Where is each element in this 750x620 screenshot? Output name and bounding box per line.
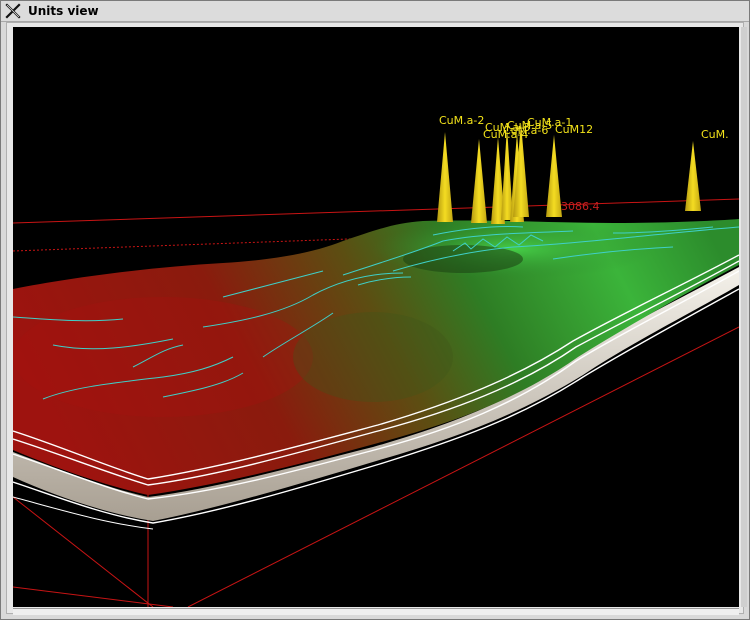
bbox-value-label: 3086.4	[561, 200, 600, 213]
olive-zone-shading	[293, 312, 453, 402]
bottom-scroll-edge[interactable]	[13, 608, 739, 615]
well-label: CuM.	[701, 128, 729, 141]
ridge-highlight	[373, 219, 653, 279]
x-close-icon[interactable]	[4, 2, 22, 20]
3d-scene[interactable]: CuM.a-2 CuM.a-3 CuM.a-4 CuM.a-5 CuM.a-6	[13, 27, 739, 607]
window-title: Units view	[28, 4, 99, 18]
well-label: CuM.a-2	[439, 114, 484, 127]
well-label: CuM12	[555, 123, 593, 136]
right-scroll-edge[interactable]	[741, 27, 747, 607]
3d-viewport[interactable]: CuM.a-2 CuM.a-3 CuM.a-4 CuM.a-5 CuM.a-6	[13, 27, 739, 607]
red-zone-shading	[13, 297, 313, 417]
title-bar: Units view	[1, 1, 749, 22]
units-view-window: Units view CuM.a-2 CuM.a-3 CuM.a-4 CuM.a…	[0, 0, 750, 620]
well-cone[interactable]: CuM.	[685, 128, 729, 211]
